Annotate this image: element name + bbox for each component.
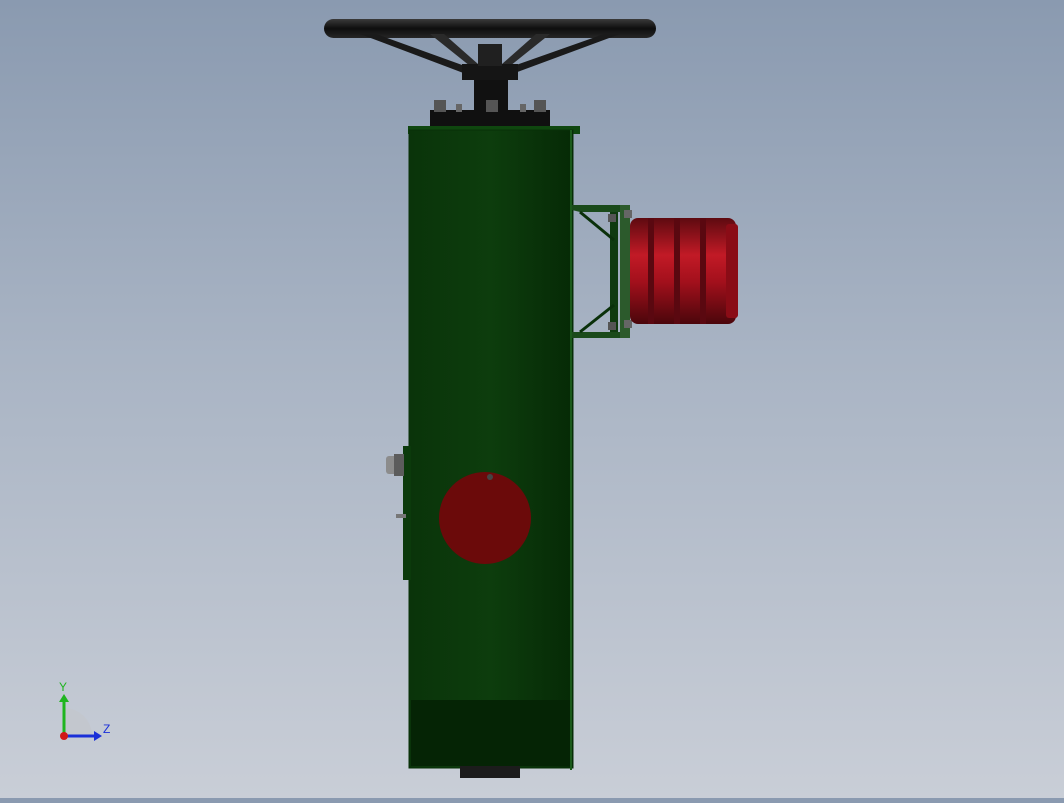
motor-fin — [674, 218, 680, 324]
flange-bolt — [534, 100, 546, 112]
motor-fin — [648, 218, 654, 324]
triad-z-label: Z — [103, 722, 110, 736]
mount-bolt — [624, 210, 632, 218]
indicator-dial[interactable] — [439, 472, 531, 564]
local-knob-base — [394, 454, 404, 476]
triad-y-label: Y — [59, 680, 67, 694]
side-screw — [396, 514, 406, 518]
triad-z-arrow — [94, 731, 102, 741]
flange-bolt — [456, 104, 462, 112]
top-flange-assembly — [430, 80, 550, 130]
actuator-housing[interactable] — [408, 126, 580, 778]
electric-motor[interactable] — [630, 218, 736, 324]
side-panel — [403, 446, 411, 580]
mount-bolt — [608, 322, 616, 330]
triad-x-axis-point — [60, 732, 68, 740]
motor-assembly[interactable] — [572, 205, 738, 338]
housing-base — [411, 700, 571, 766]
handwheel-hub — [462, 64, 518, 80]
housing-body[interactable] — [408, 129, 574, 769]
flange-bolt — [520, 104, 526, 112]
indicator-screw — [487, 474, 493, 480]
mount-bolt — [608, 214, 616, 222]
motor-fin — [700, 218, 706, 324]
motor-end-cap — [726, 224, 738, 318]
triad-y-arrow — [59, 694, 69, 702]
bottom-stub — [460, 766, 520, 778]
handwheel[interactable] — [324, 19, 656, 80]
orientation-triad: Y Z — [59, 680, 110, 741]
handwheel-hub-top — [478, 44, 502, 66]
mount-bolt — [624, 320, 632, 328]
motor-mount-plate — [620, 205, 630, 338]
flange-bolt — [486, 100, 498, 112]
side-control-panel[interactable] — [386, 446, 411, 580]
model-view-svg[interactable]: Y Z — [0, 0, 1064, 798]
flange-bolt — [434, 100, 446, 112]
triad-quadrant — [64, 708, 92, 736]
cad-graphics-area[interactable]: Y Z — [0, 0, 1064, 798]
motor-bracket-strut — [610, 212, 618, 332]
